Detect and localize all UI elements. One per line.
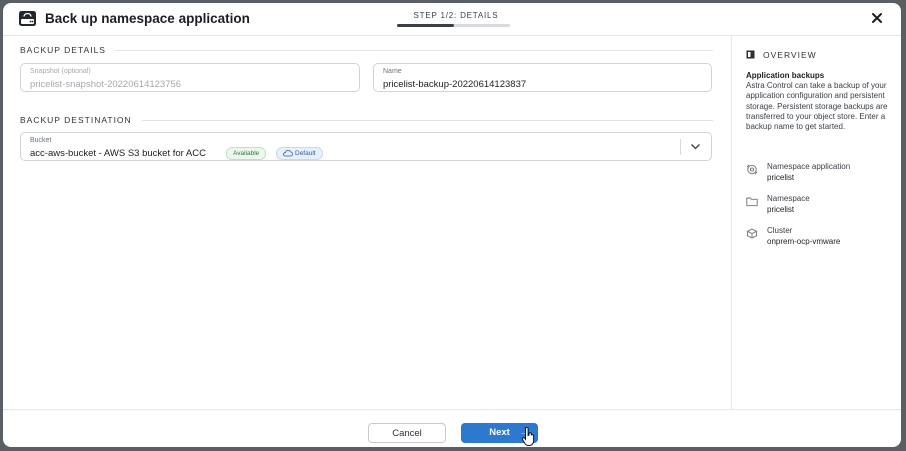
chevron-down-icon[interactable] xyxy=(690,142,701,151)
divider xyxy=(142,120,713,121)
dialog-header: Back up namespace application STEP 1/2: … xyxy=(3,3,901,36)
close-icon[interactable] xyxy=(869,10,885,26)
backup-app-icon xyxy=(19,11,36,26)
overview-heading: Application backups xyxy=(746,71,825,80)
bucket-select[interactable]: Bucket acc-aws-bucket - AWS S3 bucket fo… xyxy=(20,132,712,161)
cloud-icon xyxy=(283,149,293,157)
cluster-icon xyxy=(747,228,757,239)
step-indicator: STEP 1/2: DETAILS xyxy=(413,11,499,20)
meta-label: Namespace xyxy=(767,194,810,203)
step-progress-bar xyxy=(397,24,510,27)
dialog-footer: Cancel Next → xyxy=(3,409,901,447)
bucket-select-value: acc-aws-bucket - AWS S3 bucket for ACC xyxy=(30,148,206,159)
overview-panel: OVERVIEW Application backups Astra Contr… xyxy=(731,36,901,409)
snapshot-field: Snapshot (optional) pricelist-snapshot-2… xyxy=(20,63,360,92)
meta-label: Namespace application xyxy=(767,162,851,171)
hand-pointer-icon xyxy=(521,427,535,446)
available-status-badge: Available xyxy=(226,147,267,160)
default-badge-label: Default xyxy=(295,150,316,157)
name-field-label: Name xyxy=(383,68,402,75)
meta-label: Cluster xyxy=(767,226,793,235)
section-title-backup-details: BACKUP DETAILS xyxy=(20,45,106,55)
bucket-select-label: Bucket xyxy=(30,137,52,144)
dialog-title: Back up namespace application xyxy=(45,11,250,26)
next-button-label: Next xyxy=(489,427,510,438)
section-title-backup-destination: BACKUP DESTINATION xyxy=(20,115,132,125)
name-field[interactable]: Name pricelist-backup-20220614123837 xyxy=(373,63,712,92)
overview-title: OVERVIEW xyxy=(763,50,817,60)
default-badge: Default xyxy=(276,147,323,160)
meta-value: pricelist xyxy=(767,205,795,214)
select-divider xyxy=(680,139,681,155)
application-icon xyxy=(746,164,758,175)
dialog-main: BACKUP DETAILS Snapshot (optional) price… xyxy=(3,36,731,409)
cancel-button[interactable]: Cancel xyxy=(368,423,446,443)
overview-icon xyxy=(746,50,755,59)
meta-value: onprem-ocp-vmware xyxy=(767,237,841,246)
step-progress-fill xyxy=(397,24,454,27)
backup-dialog: Back up namespace application STEP 1/2: … xyxy=(3,3,901,447)
folder-icon xyxy=(746,197,758,207)
divider xyxy=(115,50,713,51)
snapshot-field-label: Snapshot (optional) xyxy=(30,68,91,75)
snapshot-field-value: pricelist-snapshot-20220614123756 xyxy=(30,79,182,90)
name-field-value[interactable]: pricelist-backup-20220614123837 xyxy=(383,79,526,90)
meta-value: pricelist xyxy=(767,173,795,182)
overview-description: Astra Control can take a backup of your … xyxy=(746,81,888,132)
